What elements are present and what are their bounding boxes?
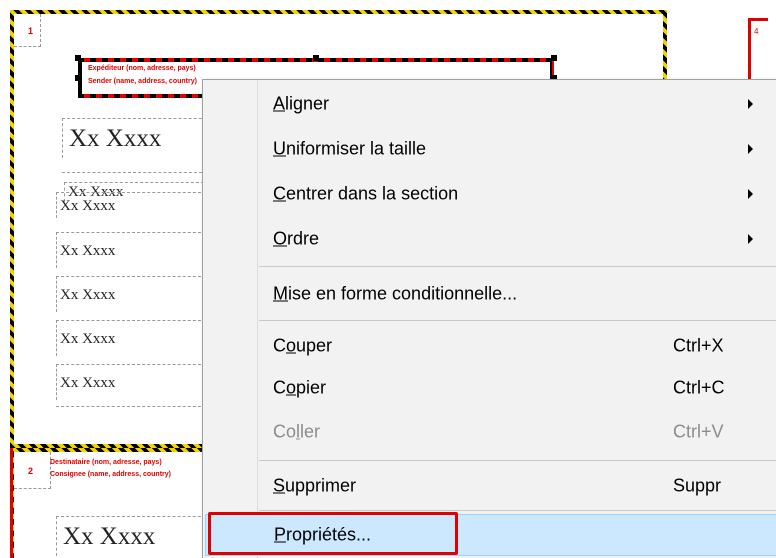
resize-handle[interactable] <box>551 55 557 61</box>
menu-item-label: Couper <box>273 335 333 356</box>
field-placeholder[interactable]: Xx Xxxx <box>56 516 216 556</box>
resize-handle[interactable] <box>313 55 319 61</box>
menu-item-shortcut: Ctrl+V <box>673 421 724 442</box>
menu-item-ordre[interactable]: Ordre <box>205 217 776 261</box>
menu-separator <box>259 460 776 461</box>
highlight-callout <box>208 512 458 555</box>
menu-item-label: Centrer dans la section <box>273 183 459 204</box>
section-number: 4 <box>754 27 759 36</box>
menu-item-label: Supprimer <box>273 475 357 496</box>
field-placeholder[interactable]: Xx Xxxx <box>56 320 206 356</box>
menu-item-label: Copier <box>273 377 327 398</box>
field-placeholder[interactable]: Xx Xxxx <box>56 192 206 218</box>
context-menu: Aligner Uniformiser la taille Centrer da… <box>202 79 776 558</box>
menu-item-supprimer[interactable]: Supprimer Suppr <box>205 464 776 508</box>
menu-item-label: Mise en forme conditionnelle... <box>273 283 518 304</box>
section-corner-guide <box>14 452 51 489</box>
menu-item-copier[interactable]: Copier Ctrl+C <box>205 366 776 410</box>
sender-label-fr: Expéditeur (nom, adresse, pays) <box>88 65 196 72</box>
field-placeholder[interactable]: Xx Xxxx <box>56 232 206 268</box>
menu-item-mise-en-forme-conditionnelle[interactable]: Mise en forme conditionnelle... <box>205 272 776 316</box>
submenu-arrow-icon <box>748 189 753 199</box>
sender-label-en: Sender (name, address, country) <box>88 78 197 85</box>
menu-item-centrer-section[interactable]: Centrer dans la section <box>205 172 776 216</box>
field-placeholder[interactable]: Xx Xxxx <box>56 364 206 400</box>
menu-item-shortcut: Ctrl+X <box>673 335 724 356</box>
menu-item-aligner[interactable]: Aligner <box>205 82 776 126</box>
field-guide <box>56 406 206 407</box>
field-placeholder[interactable]: Xx Xxxx <box>62 118 222 158</box>
consignee-label-en: Consignee (name, address, country) <box>50 471 171 478</box>
section-corner-guide <box>14 14 41 47</box>
menu-item-shortcut: Ctrl+C <box>673 377 725 398</box>
menu-separator <box>259 510 776 511</box>
submenu-arrow-icon <box>748 144 753 154</box>
menu-item-label: Coller <box>273 421 321 442</box>
menu-item-shortcut: Suppr <box>673 475 722 496</box>
menu-item-coller: Coller Ctrl+V <box>205 410 776 454</box>
menu-item-uniformiser-taille[interactable]: Uniformiser la taille <box>205 127 776 171</box>
menu-separator <box>259 266 776 267</box>
resize-handle[interactable] <box>75 75 81 81</box>
submenu-arrow-icon <box>748 99 753 109</box>
menu-item-couper[interactable]: Couper Ctrl+X <box>205 324 776 368</box>
menu-item-label: Ordre <box>273 228 320 249</box>
submenu-arrow-icon <box>748 234 753 244</box>
field-guide <box>62 172 202 173</box>
menu-item-label: Uniformiser la taille <box>273 138 427 159</box>
report-designer-screen: 1 Expéditeur (nom, adresse, pays) Sender… <box>0 0 776 558</box>
menu-item-label: Aligner <box>273 93 330 114</box>
field-placeholder[interactable]: Xx Xxxx <box>56 276 206 312</box>
consignee-label-fr: Destinataire (nom, adresse, pays) <box>50 459 162 466</box>
menu-separator <box>259 320 776 321</box>
resize-handle[interactable] <box>75 55 81 61</box>
